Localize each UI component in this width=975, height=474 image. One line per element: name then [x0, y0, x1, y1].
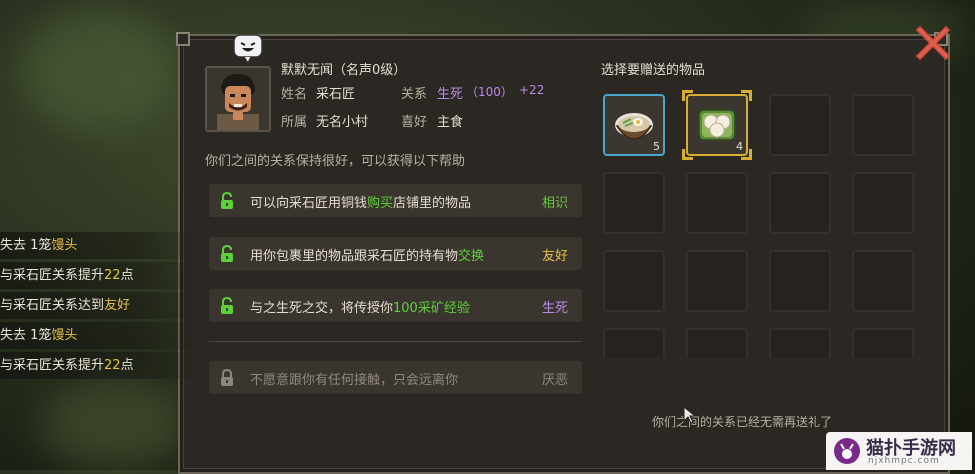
event-log-line: 失去 1笼馒头: [0, 322, 200, 349]
belong-label: 所属: [281, 115, 308, 130]
selection-corner: [682, 149, 693, 160]
gift-slot-empty[interactable]: [686, 172, 748, 234]
unlocked-icon: [221, 245, 233, 262]
npc-fame-line: 默默无闻（名声0级）: [281, 63, 407, 78]
gift-slot-empty[interactable]: [852, 328, 914, 358]
locked-icon: [221, 369, 233, 386]
background-foliage: [20, 10, 180, 130]
benefit-row-hate: 不愿意跟你有任何接触，只会远离你 厌恶: [209, 361, 582, 394]
gift-slot-steamed-buns[interactable]: 4: [682, 90, 752, 160]
watermark-logo: 猫扑手游网 njxhmpc.com: [826, 432, 972, 470]
event-log-line: 失去 1笼馒头: [0, 232, 200, 259]
watermark-icon: [834, 438, 860, 464]
benefit-row-buy: 可以向采石匠用铜钱购买店铺里的物品 相识: [209, 184, 582, 217]
benefit-row-teach: 与之生死之交，将传授你100采矿经验 生死: [209, 289, 582, 322]
gift-slot-empty[interactable]: [686, 328, 748, 358]
selection-corner: [741, 90, 752, 101]
npc-village: 无名小村: [316, 115, 369, 130]
benefit-level: 生死: [541, 301, 568, 316]
npc-name: 采石匠: [316, 87, 356, 102]
selection-corner: [682, 90, 693, 101]
panel-corner: [176, 32, 190, 46]
gift-panel-title: 选择要赠送的物品: [601, 63, 706, 78]
gift-slot-empty[interactable]: [769, 172, 831, 234]
name-label: 姓名: [281, 87, 308, 102]
relation-bonus: +22: [519, 83, 545, 97]
gift-slot-noodle-bowl[interactable]: 5: [603, 94, 665, 156]
benefit-desc: 可以向采石匠用铜钱购买店铺里的物品: [250, 196, 472, 211]
event-log-line: 与采石匠关系达到友好: [0, 292, 200, 319]
event-log-line: 与采石匠关系提升22点: [0, 352, 200, 379]
gift-slot-empty[interactable]: [852, 250, 914, 312]
relationship-description: 你们之间的关系保持很好，可以获得以下帮助: [205, 154, 466, 169]
gift-slot-empty[interactable]: [603, 328, 665, 358]
benefit-level: 友好: [541, 249, 568, 264]
gift-slot-empty[interactable]: [852, 172, 914, 234]
benefit-desc: 用你包裹里的物品跟采石匠的持有物交换: [250, 249, 485, 264]
benefit-desc: 与之生死之交，将传授你100采矿经验: [250, 301, 470, 316]
benefit-row-trade: 用你包裹里的物品跟采石匠的持有物交换 友好: [209, 237, 582, 270]
hobby-label: 喜好: [401, 115, 428, 130]
gift-slot-empty[interactable]: [603, 172, 665, 234]
npc-hobby: 主食: [437, 115, 464, 130]
close-icon: [915, 25, 951, 61]
mouse-cursor-icon: [683, 406, 697, 424]
gift-slot-empty[interactable]: [603, 250, 665, 312]
background-foliage: [40, 380, 190, 470]
unlocked-icon: [221, 192, 233, 209]
npc-portrait-avatar: [205, 66, 271, 132]
relation-points: （100）: [466, 85, 513, 99]
event-log-line: 与采石匠关系提升22点: [0, 262, 200, 289]
gift-slot-empty[interactable]: [769, 94, 831, 156]
gift-footer-note: 你们之间的关系已经无需再送礼了: [652, 415, 833, 429]
unlocked-icon: [221, 297, 233, 314]
benefit-desc: 不愿意跟你有任何接触，只会远离你: [250, 373, 459, 388]
watermark-url: njxhmpc.com: [868, 456, 940, 466]
selection-corner: [741, 149, 752, 160]
relation-label: 关系: [401, 87, 428, 102]
gift-slot-empty[interactable]: [686, 250, 748, 312]
gift-slot-empty[interactable]: [769, 250, 831, 312]
item-count: 5: [653, 140, 660, 153]
relation-level: 生死: [437, 87, 464, 102]
gift-slot-empty[interactable]: [769, 328, 831, 358]
close-button[interactable]: [914, 24, 952, 62]
divider: [209, 341, 582, 342]
benefit-level: 相识: [541, 196, 568, 211]
benefit-level: 厌恶: [541, 373, 568, 388]
gift-slot-empty[interactable]: [852, 94, 914, 156]
emote-bubble-icon: [232, 34, 264, 65]
